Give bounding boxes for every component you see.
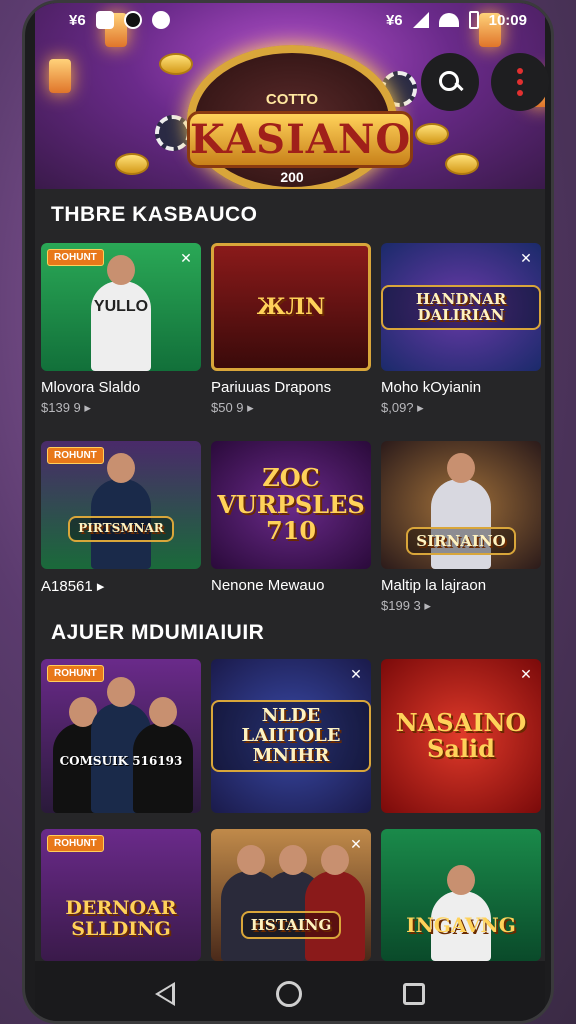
game-card[interactable]: HSTAING ✕ (211, 829, 371, 961)
game-thumbnail: NLDE LAIITOLE MNIHR ✕ (211, 659, 371, 813)
thumb-text: NLDE LAIITOLE MNIHR (211, 700, 371, 772)
status-bar: ¥6 ¥6 10:09 (35, 3, 545, 37)
recent-apps-icon[interactable] (402, 983, 425, 1005)
thumb-text: ZOC VURPSLES 710 (217, 463, 365, 546)
search-icon (437, 69, 463, 95)
card-title: Pariuuas Drapons (211, 379, 332, 396)
coin-icon (159, 53, 193, 75)
game-thumbnail: HSTAING ✕ (211, 829, 371, 961)
game-thumbnail: HANDNAR DALIRIAN ✕ (381, 243, 541, 371)
game-thumbnail: ЖЛN (211, 243, 371, 371)
back-icon[interactable] (155, 982, 176, 1006)
coin-icon (415, 123, 449, 145)
game-thumbnail: INGAVNG (381, 829, 541, 961)
card-title: A18561 ▸ (41, 578, 105, 595)
thumb-text: YULLO (93, 298, 149, 316)
game-card[interactable]: ЖЛN Pariuuas Drapons $50 9 ▸ (211, 243, 371, 416)
logo-subtitle: COTTO (265, 91, 319, 108)
game-card[interactable]: SIRNAINO Maltip la lajraon $199 3 ▸ (381, 441, 541, 614)
record-icon (123, 11, 142, 29)
thumb-text: COMSUIK 516193 (59, 754, 183, 769)
card-title: Nenone Mewauo (211, 577, 325, 594)
logo-badge: 200 (280, 169, 304, 185)
hot-badge: ROHUNT (47, 665, 104, 682)
thumb-text: HSTAING (240, 910, 342, 940)
status-left-text: ¥6 (69, 11, 86, 29)
phone-frame: COTTO KASIANO 200 ¥6 ¥6 10:09 THBRE KASB… (22, 0, 554, 1024)
game-thumbnail: PIRTSMNAR ROHUNT (41, 441, 201, 569)
game-card[interactable]: DERNOAR SLLDING ROHUNT (41, 829, 201, 961)
game-card[interactable]: ZOC VURPSLES 710 Nenone Mewauo (211, 441, 371, 594)
card-price: $50 9 ▸ (211, 400, 254, 415)
chip-icon (155, 115, 191, 151)
card-price: $199 3 ▸ (381, 598, 431, 613)
navigation-bar (35, 961, 545, 1021)
game-card[interactable]: INGAVNG (381, 829, 541, 961)
card-title: Moho kOyianin (381, 379, 482, 396)
screen: COTTO KASIANO 200 ¥6 ¥6 10:09 THBRE KASB… (35, 3, 549, 1021)
hot-badge: ROHUNT (47, 835, 104, 852)
thumb-text: ЖЛN (256, 293, 326, 320)
signal-icon (412, 12, 429, 28)
close-icon[interactable]: ✕ (347, 835, 365, 853)
coin-icon (115, 153, 149, 175)
game-card[interactable]: COMSUIK 516193 ROHUNT (41, 659, 201, 813)
game-thumbnail: YULLO ROHUNT ✕ (41, 243, 201, 371)
game-thumbnail: DERNOAR SLLDING ROHUNT (41, 829, 201, 961)
card-title: Maltip la lajraon (381, 577, 487, 594)
close-icon[interactable]: ✕ (517, 249, 535, 267)
section-title: THBRE KASBAUCO (51, 203, 258, 226)
more-options-button[interactable] (491, 53, 549, 111)
close-icon[interactable]: ✕ (517, 665, 535, 683)
hot-badge: ROHUNT (47, 249, 104, 266)
game-card[interactable]: NASAINO Salid ✕ (381, 659, 541, 813)
wifi-icon (438, 13, 459, 27)
game-thumbnail: NASAINO Salid ✕ (381, 659, 541, 813)
player-image (431, 453, 491, 569)
game-card[interactable]: HANDNAR DALIRIAN ✕ Moho kOyianin $,09? ▸ (381, 243, 541, 416)
card-title: Mlovora Slaldo (41, 379, 141, 396)
section-title: AJUER MDUMIAIUIR (51, 621, 265, 644)
game-thumbnail: SIRNAINO (381, 441, 541, 569)
hot-badge: ROHUNT (47, 447, 104, 464)
settings-icon (151, 11, 170, 29)
home-icon[interactable] (275, 981, 302, 1007)
thumb-text: DERNOAR SLLDING (65, 897, 177, 940)
game-card[interactable]: PIRTSMNAR ROHUNT A18561 ▸ (41, 441, 201, 595)
logo-title: KASIANO (187, 111, 413, 168)
close-icon[interactable]: ✕ (347, 665, 365, 683)
game-thumbnail: ZOC VURPSLES 710 (211, 441, 371, 569)
card-price: $139 9 ▸ (41, 400, 91, 415)
casino-logo: COTTO KASIANO 200 (187, 45, 413, 189)
battery-icon (468, 11, 479, 29)
thumb-text: NASAINO Salid (395, 707, 527, 763)
clock: 10:09 (488, 11, 527, 29)
game-card[interactable]: YULLO ROHUNT ✕ Mlovora Slaldo $139 9 ▸ (41, 243, 201, 416)
app-icon (95, 11, 114, 29)
card-price: $,09? ▸ (381, 400, 424, 415)
game-card[interactable]: NLDE LAIITOLE MNIHR ✕ (211, 659, 371, 813)
status-right-text: ¥6 (385, 11, 403, 29)
thumb-text: INGAVNG (406, 913, 516, 937)
coin-icon (445, 153, 479, 175)
close-icon[interactable]: ✕ (177, 249, 195, 267)
lamp-icon (49, 59, 71, 93)
game-thumbnail: COMSUIK 516193 ROHUNT (41, 659, 201, 813)
thumb-text: PIRTSMNAR (68, 516, 174, 542)
thumb-text: HANDNAR DALIRIAN (381, 284, 541, 330)
search-button[interactable] (421, 53, 479, 111)
thumb-text: SIRNAINO (406, 526, 516, 556)
more-vert-icon (517, 68, 523, 96)
